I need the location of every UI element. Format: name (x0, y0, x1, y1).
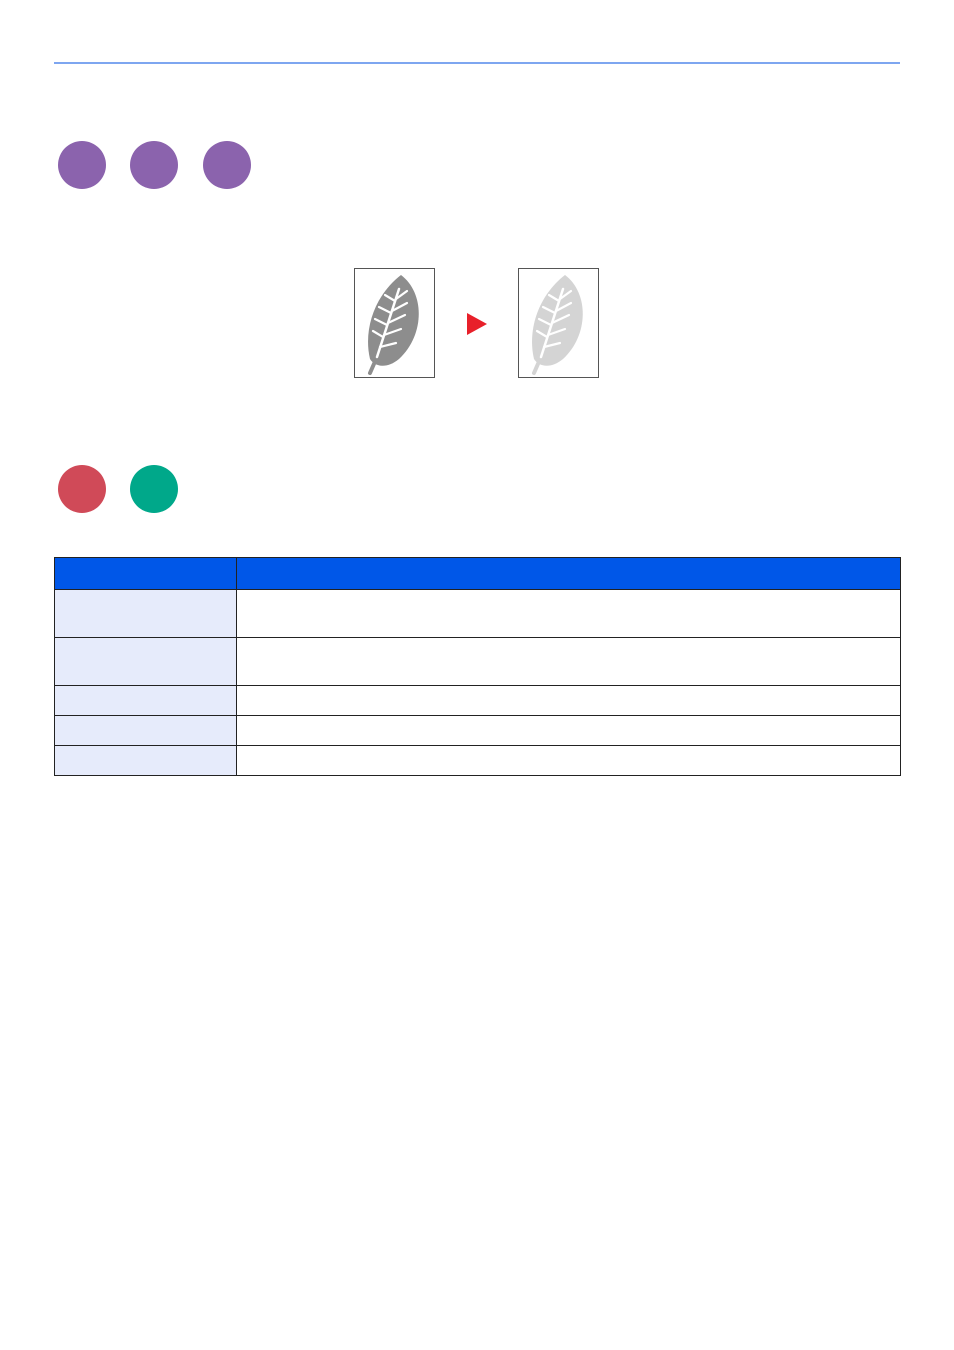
description-cell (236, 685, 901, 716)
item-cell (54, 715, 237, 746)
arrow-right-icon (467, 313, 487, 335)
description-column-header (236, 557, 901, 590)
purple-circle-icon (130, 141, 178, 189)
table-header-row (54, 557, 901, 590)
table-row (54, 745, 901, 776)
description-cell (236, 715, 901, 746)
description-cell (236, 637, 901, 686)
table-row (54, 685, 901, 716)
purple-circle-icon (58, 141, 106, 189)
leaf-page-dark-icon (354, 268, 435, 378)
purple-circle-icon (203, 141, 251, 189)
red-circle-icon (58, 465, 106, 513)
item-cell (54, 637, 237, 686)
item-cell (54, 589, 237, 638)
leaf-page-light-icon (518, 268, 599, 378)
table-row (54, 715, 901, 746)
item-cell (54, 685, 237, 716)
table-row (54, 589, 901, 638)
settings-table (54, 557, 901, 776)
table-row (54, 637, 901, 686)
item-column-header (54, 557, 237, 590)
green-circle-icon (130, 465, 178, 513)
top-rule (54, 62, 900, 64)
description-cell (236, 745, 901, 776)
description-cell (236, 589, 901, 638)
item-cell (54, 745, 237, 776)
